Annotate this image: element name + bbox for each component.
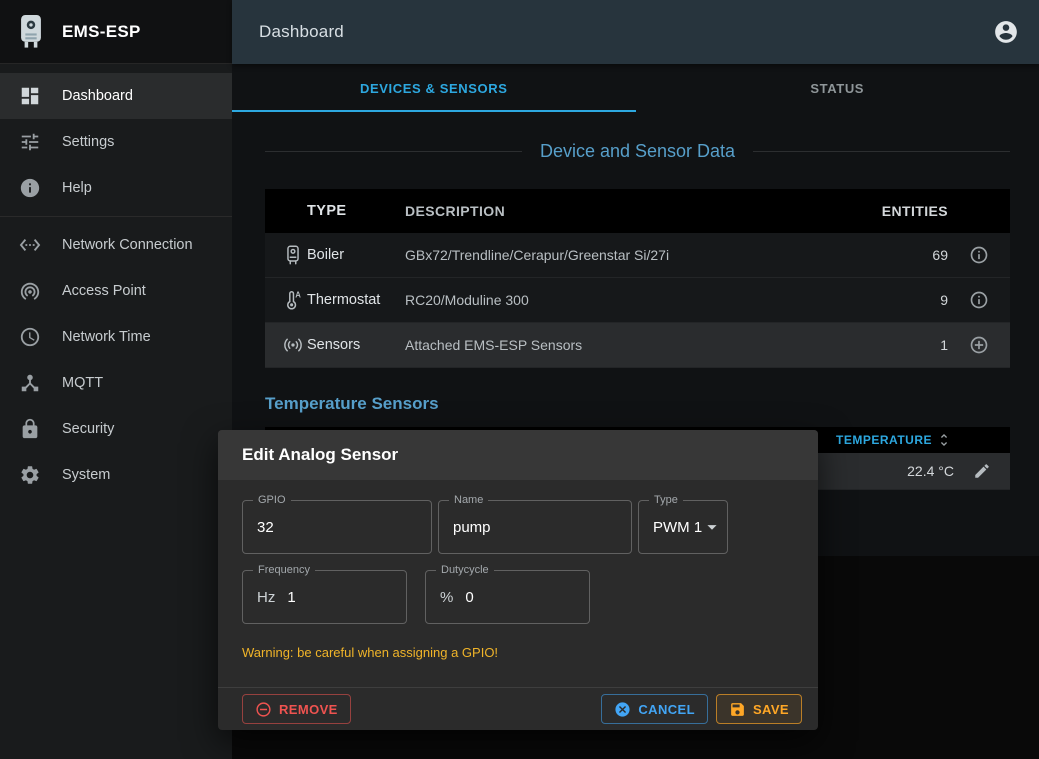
gpio-warning-text: Warning: be careful when assigning a GPI… <box>242 645 794 660</box>
tune-icon <box>19 131 41 153</box>
tab-indicator <box>232 110 636 112</box>
tab-status[interactable]: STATUS <box>636 64 1039 112</box>
app-bar: Dashboard <box>232 0 1039 64</box>
sidebar-divider <box>0 216 232 217</box>
devices-table-header: TYPE DESCRIPTION ENTITIES <box>265 189 1010 233</box>
sidebar-item-dashboard[interactable]: Dashboard <box>0 73 232 119</box>
dutycycle-field[interactable]: Dutycycle % 0 <box>425 570 590 624</box>
gpio-field-value: 32 <box>257 519 274 536</box>
gear-icon <box>19 464 41 486</box>
app-title: EMS-ESP <box>62 22 141 42</box>
remove-button[interactable]: REMOVE <box>242 694 351 724</box>
sidebar-item-mqtt[interactable]: MQTT <box>0 360 232 406</box>
access-point-icon <box>19 280 41 302</box>
sidebar-item-help[interactable]: Help <box>0 165 232 211</box>
name-field[interactable]: Name pump <box>438 500 632 554</box>
cancel-button[interactable]: CANCEL <box>601 694 708 724</box>
sidebar-nav: Dashboard Settings Help Network Connecti… <box>0 64 232 498</box>
sidebar-item-network-time[interactable]: Network Time <box>0 314 232 360</box>
dialog-body: GPIO 32 Name pump Type PWM 1 Frequency H… <box>218 480 818 660</box>
header-type: TYPE <box>307 203 405 219</box>
header-entities: ENTITIES <box>868 203 948 219</box>
type-select[interactable]: Type PWM 1 <box>638 500 728 554</box>
info-circle-icon[interactable] <box>969 245 989 265</box>
tab-devices-sensors[interactable]: DEVICES & SENSORS <box>232 64 636 112</box>
temperature-sensors-heading: Temperature Sensors <box>265 394 1010 414</box>
thermostat-icon: A <box>282 289 307 311</box>
devices-table: TYPE DESCRIPTION ENTITIES Boiler GBx72/T… <box>265 189 1010 368</box>
ethernet-icon <box>19 234 41 256</box>
boiler-logo-icon <box>14 13 48 51</box>
edit-analog-sensor-dialog: Edit Analog Sensor GPIO 32 Name pump Typ… <box>218 430 818 730</box>
cancel-circle-icon <box>614 701 631 718</box>
dialog-actions: REMOVE CANCEL SAVE <box>218 687 818 730</box>
edit-pencil-icon[interactable] <box>973 462 991 480</box>
frequency-field-value: 1 <box>287 589 295 606</box>
name-field-value: pump <box>453 519 491 536</box>
add-circle-icon[interactable] <box>969 335 989 355</box>
dutycycle-unit-prefix: % <box>440 589 453 606</box>
page-title: Dashboard <box>259 22 993 42</box>
svg-text:A: A <box>295 290 301 299</box>
table-row-thermostat[interactable]: A Thermostat RC20/Moduline 300 9 <box>265 278 1010 323</box>
table-row-boiler[interactable]: Boiler GBx72/Trendline/Cerapur/Greenstar… <box>265 233 1010 278</box>
sidebar-item-system[interactable]: System <box>0 452 232 498</box>
type-select-label: Type <box>649 494 683 506</box>
info-icon <box>19 177 41 199</box>
sidebar-item-access-point[interactable]: Access Point <box>0 268 232 314</box>
temperature-value: 22.4 °C <box>907 463 954 479</box>
header-temperature[interactable]: TEMPERATURE <box>836 433 932 447</box>
lock-icon <box>19 418 41 440</box>
sidebar: EMS-ESP Dashboard Settings Help Network … <box>0 0 232 759</box>
header-description: DESCRIPTION <box>405 203 868 219</box>
dialog-title: Edit Analog Sensor <box>218 430 818 480</box>
sensors-icon <box>282 334 307 356</box>
sidebar-item-security[interactable]: Security <box>0 406 232 452</box>
sidebar-item-network-connection[interactable]: Network Connection <box>0 222 232 268</box>
table-row-sensors[interactable]: Sensors Attached EMS-ESP Sensors 1 <box>265 323 1010 368</box>
account-circle-icon[interactable] <box>993 19 1019 45</box>
dutycycle-field-value: 0 <box>465 589 473 606</box>
boiler-icon <box>282 244 307 266</box>
remove-circle-icon <box>255 701 272 718</box>
section-heading: Device and Sensor Data <box>265 141 1010 162</box>
gpio-field-label: GPIO <box>253 494 291 506</box>
save-button[interactable]: SAVE <box>716 694 802 724</box>
clock-icon <box>19 326 41 348</box>
dashboard-icon <box>19 85 41 107</box>
type-select-value: PWM 1 <box>653 519 702 536</box>
sort-icon[interactable] <box>936 432 952 448</box>
frequency-field[interactable]: Frequency Hz 1 <box>242 570 407 624</box>
save-floppy-icon <box>729 701 746 718</box>
chevron-down-icon <box>701 516 723 538</box>
divider-line <box>753 151 1010 152</box>
device-hub-icon <box>19 372 41 394</box>
sidebar-header: EMS-ESP <box>0 0 232 64</box>
frequency-unit-prefix: Hz <box>257 589 275 606</box>
dutycycle-field-label: Dutycycle <box>436 564 494 576</box>
frequency-field-label: Frequency <box>253 564 315 576</box>
tab-bar: DEVICES & SENSORS STATUS <box>232 64 1039 112</box>
info-circle-icon[interactable] <box>969 290 989 310</box>
gpio-field[interactable]: GPIO 32 <box>242 500 432 554</box>
sidebar-item-settings[interactable]: Settings <box>0 119 232 165</box>
name-field-label: Name <box>449 494 488 506</box>
section-heading-text: Device and Sensor Data <box>540 141 735 162</box>
divider-line <box>265 151 522 152</box>
